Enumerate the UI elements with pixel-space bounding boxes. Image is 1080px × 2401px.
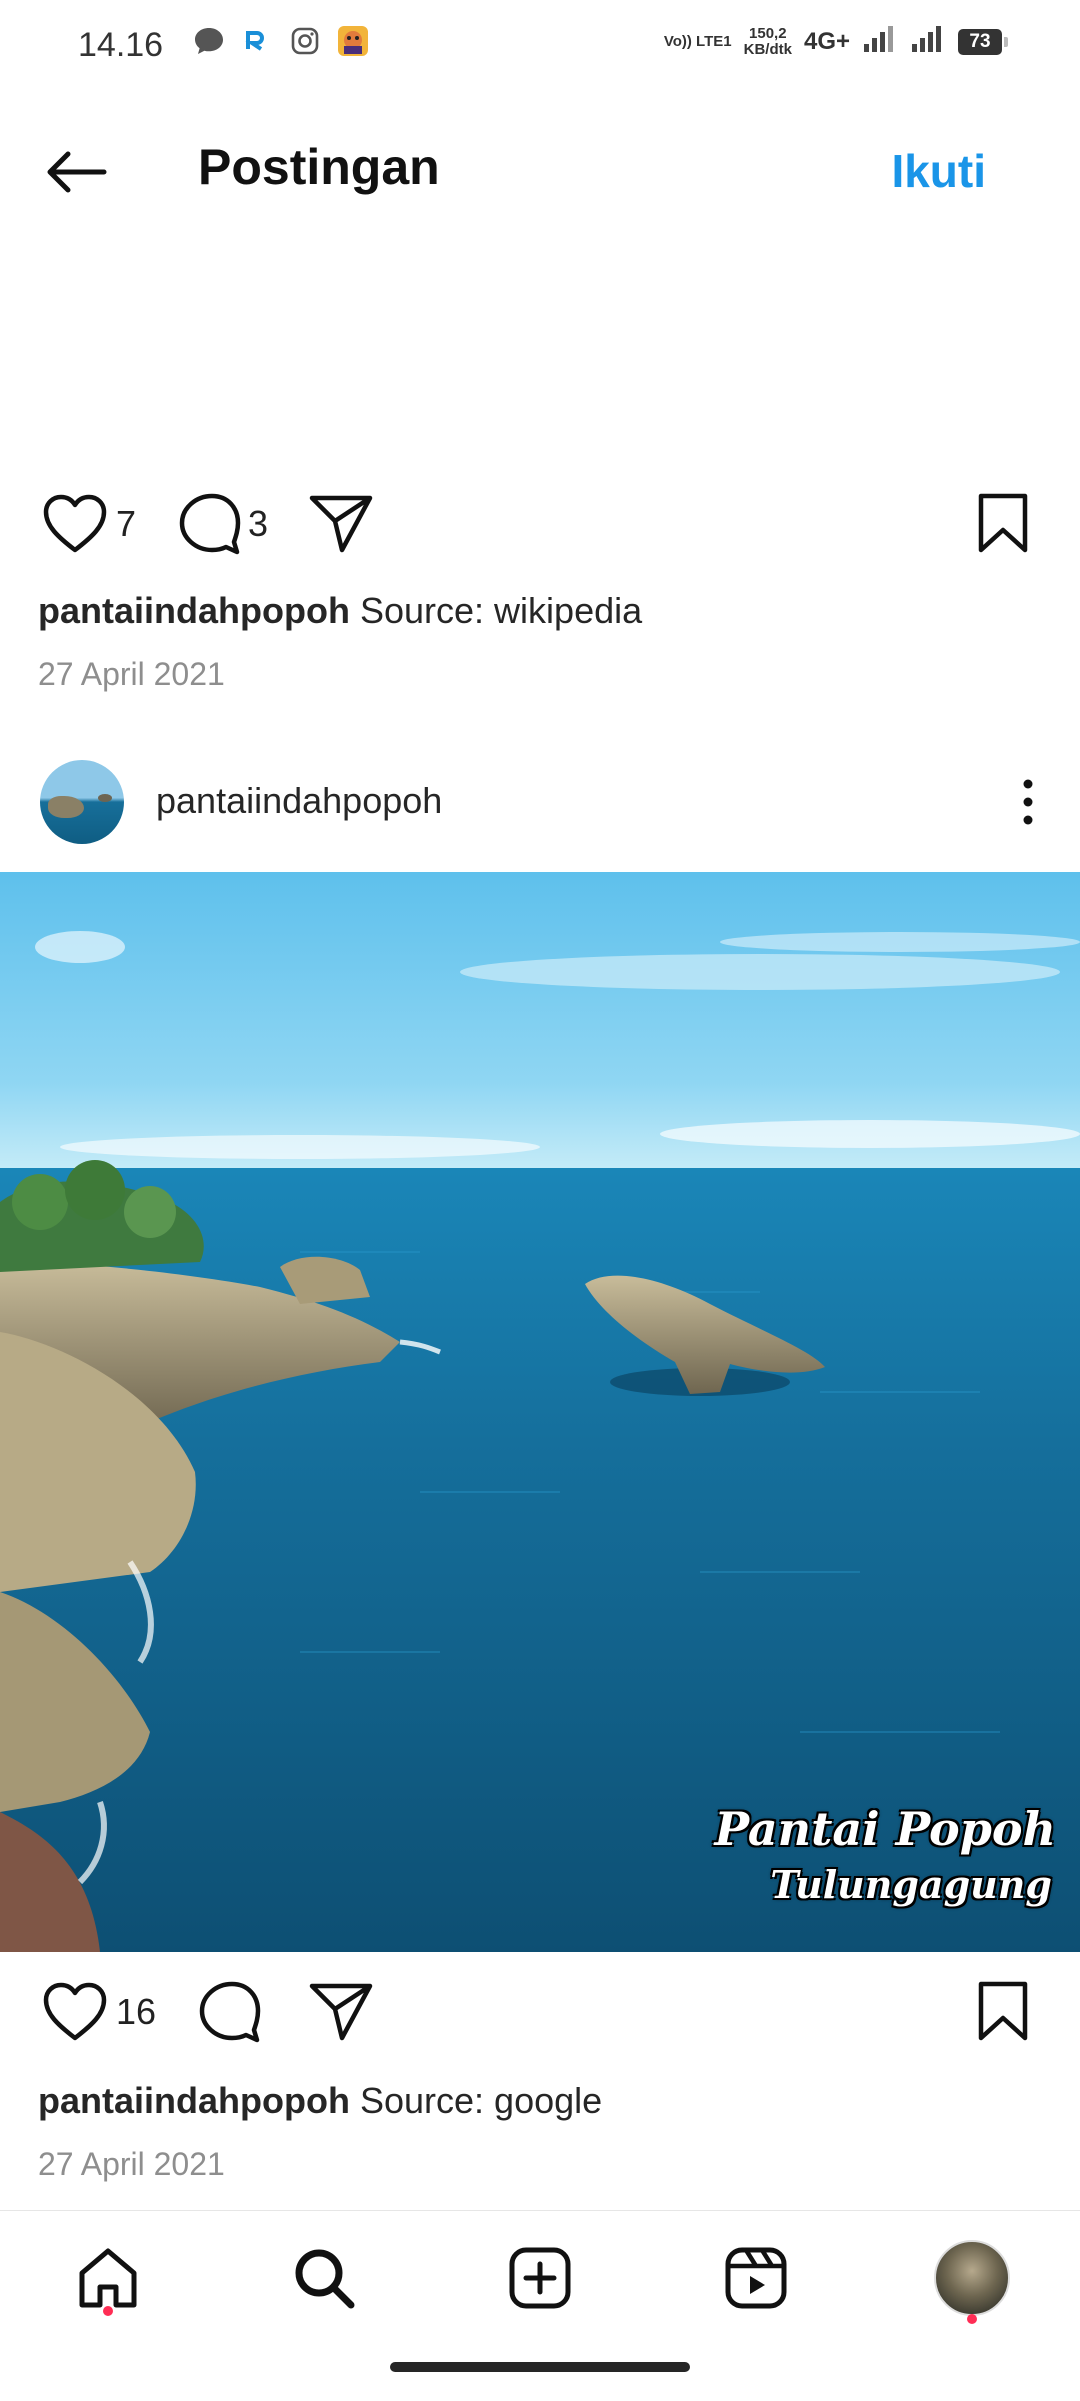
more-vertical-icon: [1023, 779, 1033, 825]
profile-notification-dot: [967, 2314, 977, 2324]
image-overlay-title: Pantai Popoh: [714, 1802, 1056, 1856]
nav-profile[interactable]: [930, 2236, 1014, 2320]
comment-button[interactable]: 3: [176, 492, 268, 556]
post-1-caption: pantaiindahpopoh Source: wikipedia: [38, 590, 642, 632]
comment-icon: [179, 493, 241, 555]
beach-photo: [0, 872, 1080, 1952]
post-image[interactable]: Pantai Popoh Tulungagung: [0, 872, 1080, 1952]
status-system-icons: Vo)) LTE1 150,2 KB/dtk 4G+ 73: [663, 24, 1008, 59]
caption-username[interactable]: pantaiindahpopoh: [38, 590, 350, 631]
status-bar: 14.16 Vo)) LTE1 150,2 KB/dtk 4G+ 73: [0, 0, 1080, 95]
status-time: 14.16: [78, 26, 164, 64]
follow-button[interactable]: Ikuti: [891, 144, 986, 198]
avatar-rock-small: [98, 794, 112, 802]
bookmark-icon: [978, 493, 1028, 553]
post-1-date: 27 April 2021: [38, 656, 225, 692]
post-2-date: 27 April 2021: [38, 2146, 225, 2182]
post-username[interactable]: pantaiindahpopoh: [156, 780, 442, 822]
search-icon: [295, 2249, 355, 2309]
more-options-button[interactable]: [1002, 770, 1054, 834]
nav-create[interactable]: [498, 2236, 582, 2320]
like-count: 16: [116, 1991, 157, 2032]
like-button[interactable]: 16: [40, 1980, 156, 2044]
network-type: 4G+: [803, 27, 850, 55]
status-notification-icons: [192, 24, 370, 58]
avatar-rock: [48, 796, 84, 818]
send-icon: [309, 1983, 373, 2041]
battery-indicator: 73: [958, 28, 1008, 55]
share-button[interactable]: [308, 492, 374, 554]
page-title: Postingan: [198, 139, 440, 195]
comment-button[interactable]: [196, 1980, 262, 2044]
save-button[interactable]: [976, 1980, 1030, 2042]
send-icon: [309, 495, 373, 553]
heart-icon: [43, 1982, 107, 2041]
network-speed: 150,2 KB/dtk: [743, 24, 792, 58]
reels-icon: [725, 2247, 787, 2309]
home-indicator[interactable]: [390, 2362, 690, 2372]
nav-search[interactable]: [282, 2236, 366, 2320]
caption-username[interactable]: pantaiindahpopoh: [38, 2080, 350, 2121]
post-1-action-bar: 7 3: [0, 480, 1080, 570]
nav-reels[interactable]: [714, 2236, 798, 2320]
image-overlay-subtitle: Tulungagung: [770, 1862, 1052, 1907]
comment-count: 3: [248, 503, 269, 544]
save-button[interactable]: [976, 492, 1030, 554]
signal-icon: [910, 24, 946, 59]
post-2-caption: pantaiindahpopoh Source: google: [38, 2080, 602, 2122]
like-button[interactable]: 7: [40, 492, 136, 556]
instagram-icon: [288, 24, 322, 58]
comment-icon: [199, 1981, 261, 2043]
volte-indicator: Vo)) LTE1: [663, 32, 732, 50]
back-button[interactable]: [36, 140, 116, 204]
signal-icon: [862, 24, 898, 59]
bookmark-icon: [978, 1981, 1028, 2041]
share-button[interactable]: [308, 1980, 374, 2042]
add-post-icon: [509, 2247, 571, 2309]
chat-bubble-icon: [192, 24, 226, 58]
game-avatar-icon: [336, 24, 370, 58]
post-avatar[interactable]: [40, 760, 124, 844]
post-2-action-bar: 16: [0, 1968, 1080, 2058]
home-notification-dot: [103, 2306, 113, 2316]
caption-text: Source: wikipedia: [359, 590, 643, 631]
caption-text: Source: google: [359, 2080, 603, 2121]
speed-unit: KB/dtk: [743, 40, 792, 58]
like-count: 7: [116, 503, 137, 544]
profile-avatar: [934, 2240, 1010, 2316]
app-r-icon: [240, 24, 274, 58]
arrow-left-icon: [47, 151, 107, 193]
home-icon: [79, 2248, 137, 2308]
speed-value: 150,2: [749, 24, 787, 42]
heart-icon: [43, 494, 107, 553]
